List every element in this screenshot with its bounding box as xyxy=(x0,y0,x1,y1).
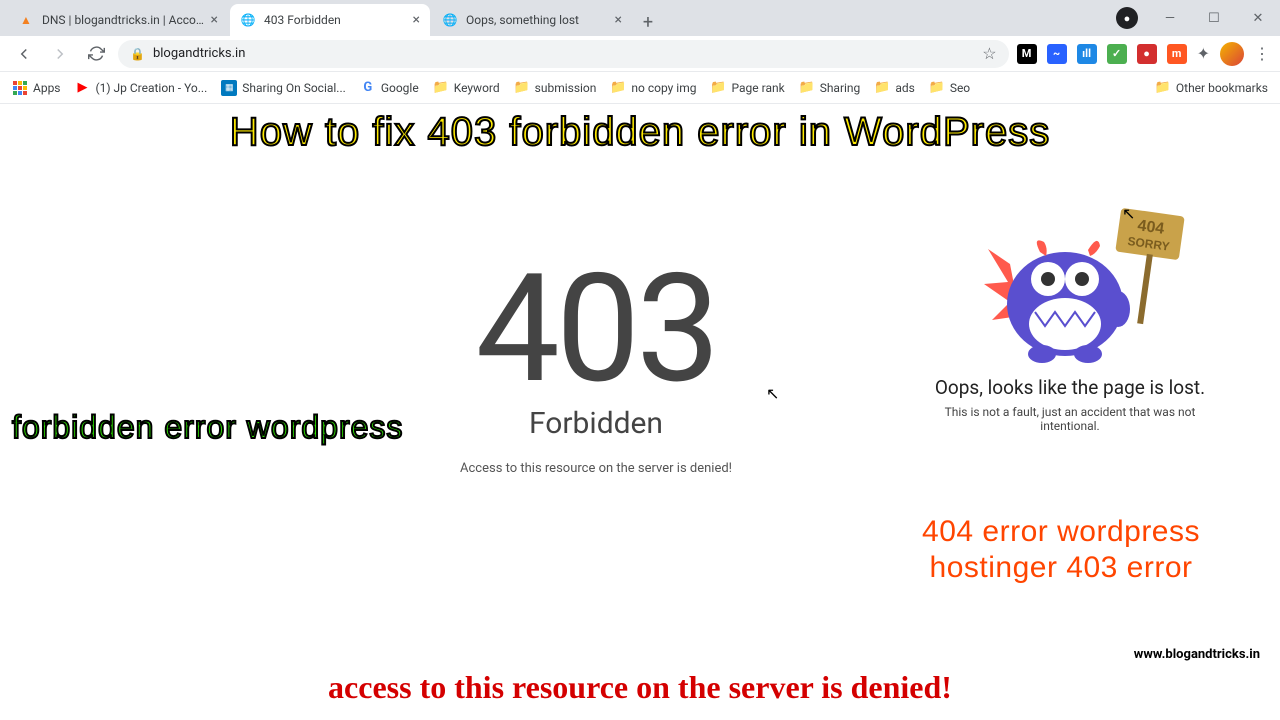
bookmark-label: Keyword xyxy=(454,81,500,95)
bookmark-folder[interactable]: 📁 submission xyxy=(514,80,597,96)
error-message: Access to this resource on the server is… xyxy=(460,461,732,476)
profile-avatar[interactable] xyxy=(1220,42,1244,66)
extension-icon[interactable]: ıll xyxy=(1077,44,1097,64)
new-tab-button[interactable]: + xyxy=(634,8,662,36)
overlay-orange-text: 404 error wordpress hostinger 403 error xyxy=(922,514,1200,586)
oops-subtitle: This is not a fault, just an accident th… xyxy=(920,405,1220,433)
trello-icon: ▦ xyxy=(221,80,237,96)
minimize-button[interactable]: — xyxy=(1148,3,1192,33)
lock-icon: 🔒 xyxy=(130,47,145,61)
page-content: How to fix 403 forbidden error in WordPr… xyxy=(0,104,1280,720)
overlay-orange-line2: hostinger 403 error xyxy=(922,550,1200,586)
monster-illustration: 404 SORRY xyxy=(970,194,1170,364)
bookmarks-bar: Apps ▶ (1) Jp Creation - Yo... ▦ Sharing O… xyxy=(0,72,1280,104)
extensions-menu-icon[interactable]: ✦ xyxy=(1197,44,1210,63)
overlay-orange-line1: 404 error wordpress xyxy=(922,514,1200,550)
bookmark-folder[interactable]: 📁 no copy img xyxy=(610,80,696,96)
back-button[interactable] xyxy=(10,40,38,68)
folder-icon: 📁 xyxy=(610,80,626,96)
tab-3[interactable]: 🌐 Oops, something lost × xyxy=(432,4,632,36)
close-icon[interactable]: × xyxy=(615,12,622,28)
error-403-block: 403 Forbidden Access to this resource on… xyxy=(460,254,732,476)
bookmark-label: Apps xyxy=(33,81,61,95)
extension-icon[interactable]: m xyxy=(1167,44,1187,64)
folder-icon: 📁 xyxy=(711,80,727,96)
cloudflare-icon: ▲ xyxy=(18,12,34,28)
apps-button[interactable]: Apps xyxy=(12,80,61,96)
folder-icon: 📁 xyxy=(514,80,530,96)
bookmark-folder[interactable]: 📁 Keyword xyxy=(433,80,500,96)
watermark-text: www.blogandtricks.in xyxy=(1134,647,1260,662)
maximize-button[interactable]: ☐ xyxy=(1192,3,1236,33)
close-window-button[interactable]: ✕ xyxy=(1236,3,1280,33)
extension-icons: M ~ ıll ✓ ● m ✦ ⋮ xyxy=(1017,42,1270,66)
browser-toolbar: 🔒 blogandtricks.in ☆ M ~ ıll ✓ ● m ✦ ⋮ xyxy=(0,36,1280,72)
apps-icon xyxy=(12,80,28,96)
bookmark-label: Sharing On Social... xyxy=(242,81,346,95)
extension-icon[interactable]: M xyxy=(1017,44,1037,64)
bookmark-label: no copy img xyxy=(631,81,696,95)
reload-button[interactable] xyxy=(82,40,110,68)
tab-1[interactable]: ▲ DNS | blogandtricks.in | Account × xyxy=(8,4,228,36)
oops-title: Oops, looks like the page is lost. xyxy=(920,376,1220,399)
folder-icon: 📁 xyxy=(929,80,945,96)
bookmark-label: Google xyxy=(381,81,419,95)
bookmark-label: ads xyxy=(895,81,915,95)
close-icon[interactable]: × xyxy=(211,12,218,28)
bookmark-label: (1) Jp Creation - Yo... xyxy=(96,81,208,95)
bookmark-folder[interactable]: 📁 Page rank xyxy=(711,80,785,96)
bookmark-label: Page rank xyxy=(732,81,785,95)
folder-icon: 📁 xyxy=(1155,80,1171,96)
overlay-headline: How to fix 403 forbidden error in WordPr… xyxy=(230,110,1050,155)
tab-title: Oops, something lost xyxy=(466,13,609,27)
tab-title: DNS | blogandtricks.in | Account xyxy=(42,13,205,27)
bookmark-folder[interactable]: 📁 Sharing xyxy=(799,80,861,96)
globe-icon: 🌐 xyxy=(240,12,256,28)
url-text: blogandtricks.in xyxy=(153,46,974,61)
error-404-block: 404 SORRY xyxy=(920,194,1220,433)
window-controls: ● — ☐ ✕ xyxy=(1116,0,1280,36)
star-icon[interactable]: ☆ xyxy=(982,44,996,63)
extension-icon[interactable]: ✓ xyxy=(1107,44,1127,64)
tab-title: 403 Forbidden xyxy=(264,13,407,27)
bookmark-folder[interactable]: 📁 ads xyxy=(874,80,915,96)
forward-button[interactable] xyxy=(46,40,74,68)
other-bookmarks[interactable]: 📁 Other bookmarks xyxy=(1155,80,1268,96)
bookmark-item[interactable]: ▦ Sharing On Social... xyxy=(221,80,346,96)
extension-icon[interactable]: ~ xyxy=(1047,44,1067,64)
error-code: 403 xyxy=(460,254,732,404)
cursor-icon: ↖ xyxy=(766,384,779,403)
cursor-icon: ↖ xyxy=(1122,204,1135,223)
folder-icon: 📁 xyxy=(874,80,890,96)
bookmark-label: submission xyxy=(535,81,597,95)
profile-indicator-icon[interactable]: ● xyxy=(1116,7,1138,29)
globe-icon: 🌐 xyxy=(442,12,458,28)
tab-2[interactable]: 🌐 403 Forbidden × xyxy=(230,4,430,36)
close-icon[interactable]: × xyxy=(413,12,420,28)
google-icon: G xyxy=(360,80,376,96)
bookmark-folder[interactable]: 📁 Seo xyxy=(929,80,970,96)
menu-icon[interactable]: ⋮ xyxy=(1254,44,1270,63)
overlay-green-text: forbidden error wordpress xyxy=(12,409,403,446)
bookmark-label: Seo xyxy=(950,81,970,95)
bookmark-item[interactable]: ▶ (1) Jp Creation - Yo... xyxy=(75,80,208,96)
bookmark-label: Other bookmarks xyxy=(1176,81,1268,95)
extension-icon[interactable]: ● xyxy=(1137,44,1157,64)
youtube-icon: ▶ xyxy=(75,80,91,96)
overlay-bottom-text: access to this resource on the server is… xyxy=(328,669,952,706)
browser-titlebar: ▲ DNS | blogandtricks.in | Account × 🌐 4… xyxy=(0,0,1280,36)
folder-icon: 📁 xyxy=(799,80,815,96)
bookmark-item[interactable]: G Google xyxy=(360,80,419,96)
folder-icon: 📁 xyxy=(433,80,449,96)
address-bar[interactable]: 🔒 blogandtricks.in ☆ xyxy=(118,40,1009,68)
bookmark-label: Sharing xyxy=(820,81,861,95)
